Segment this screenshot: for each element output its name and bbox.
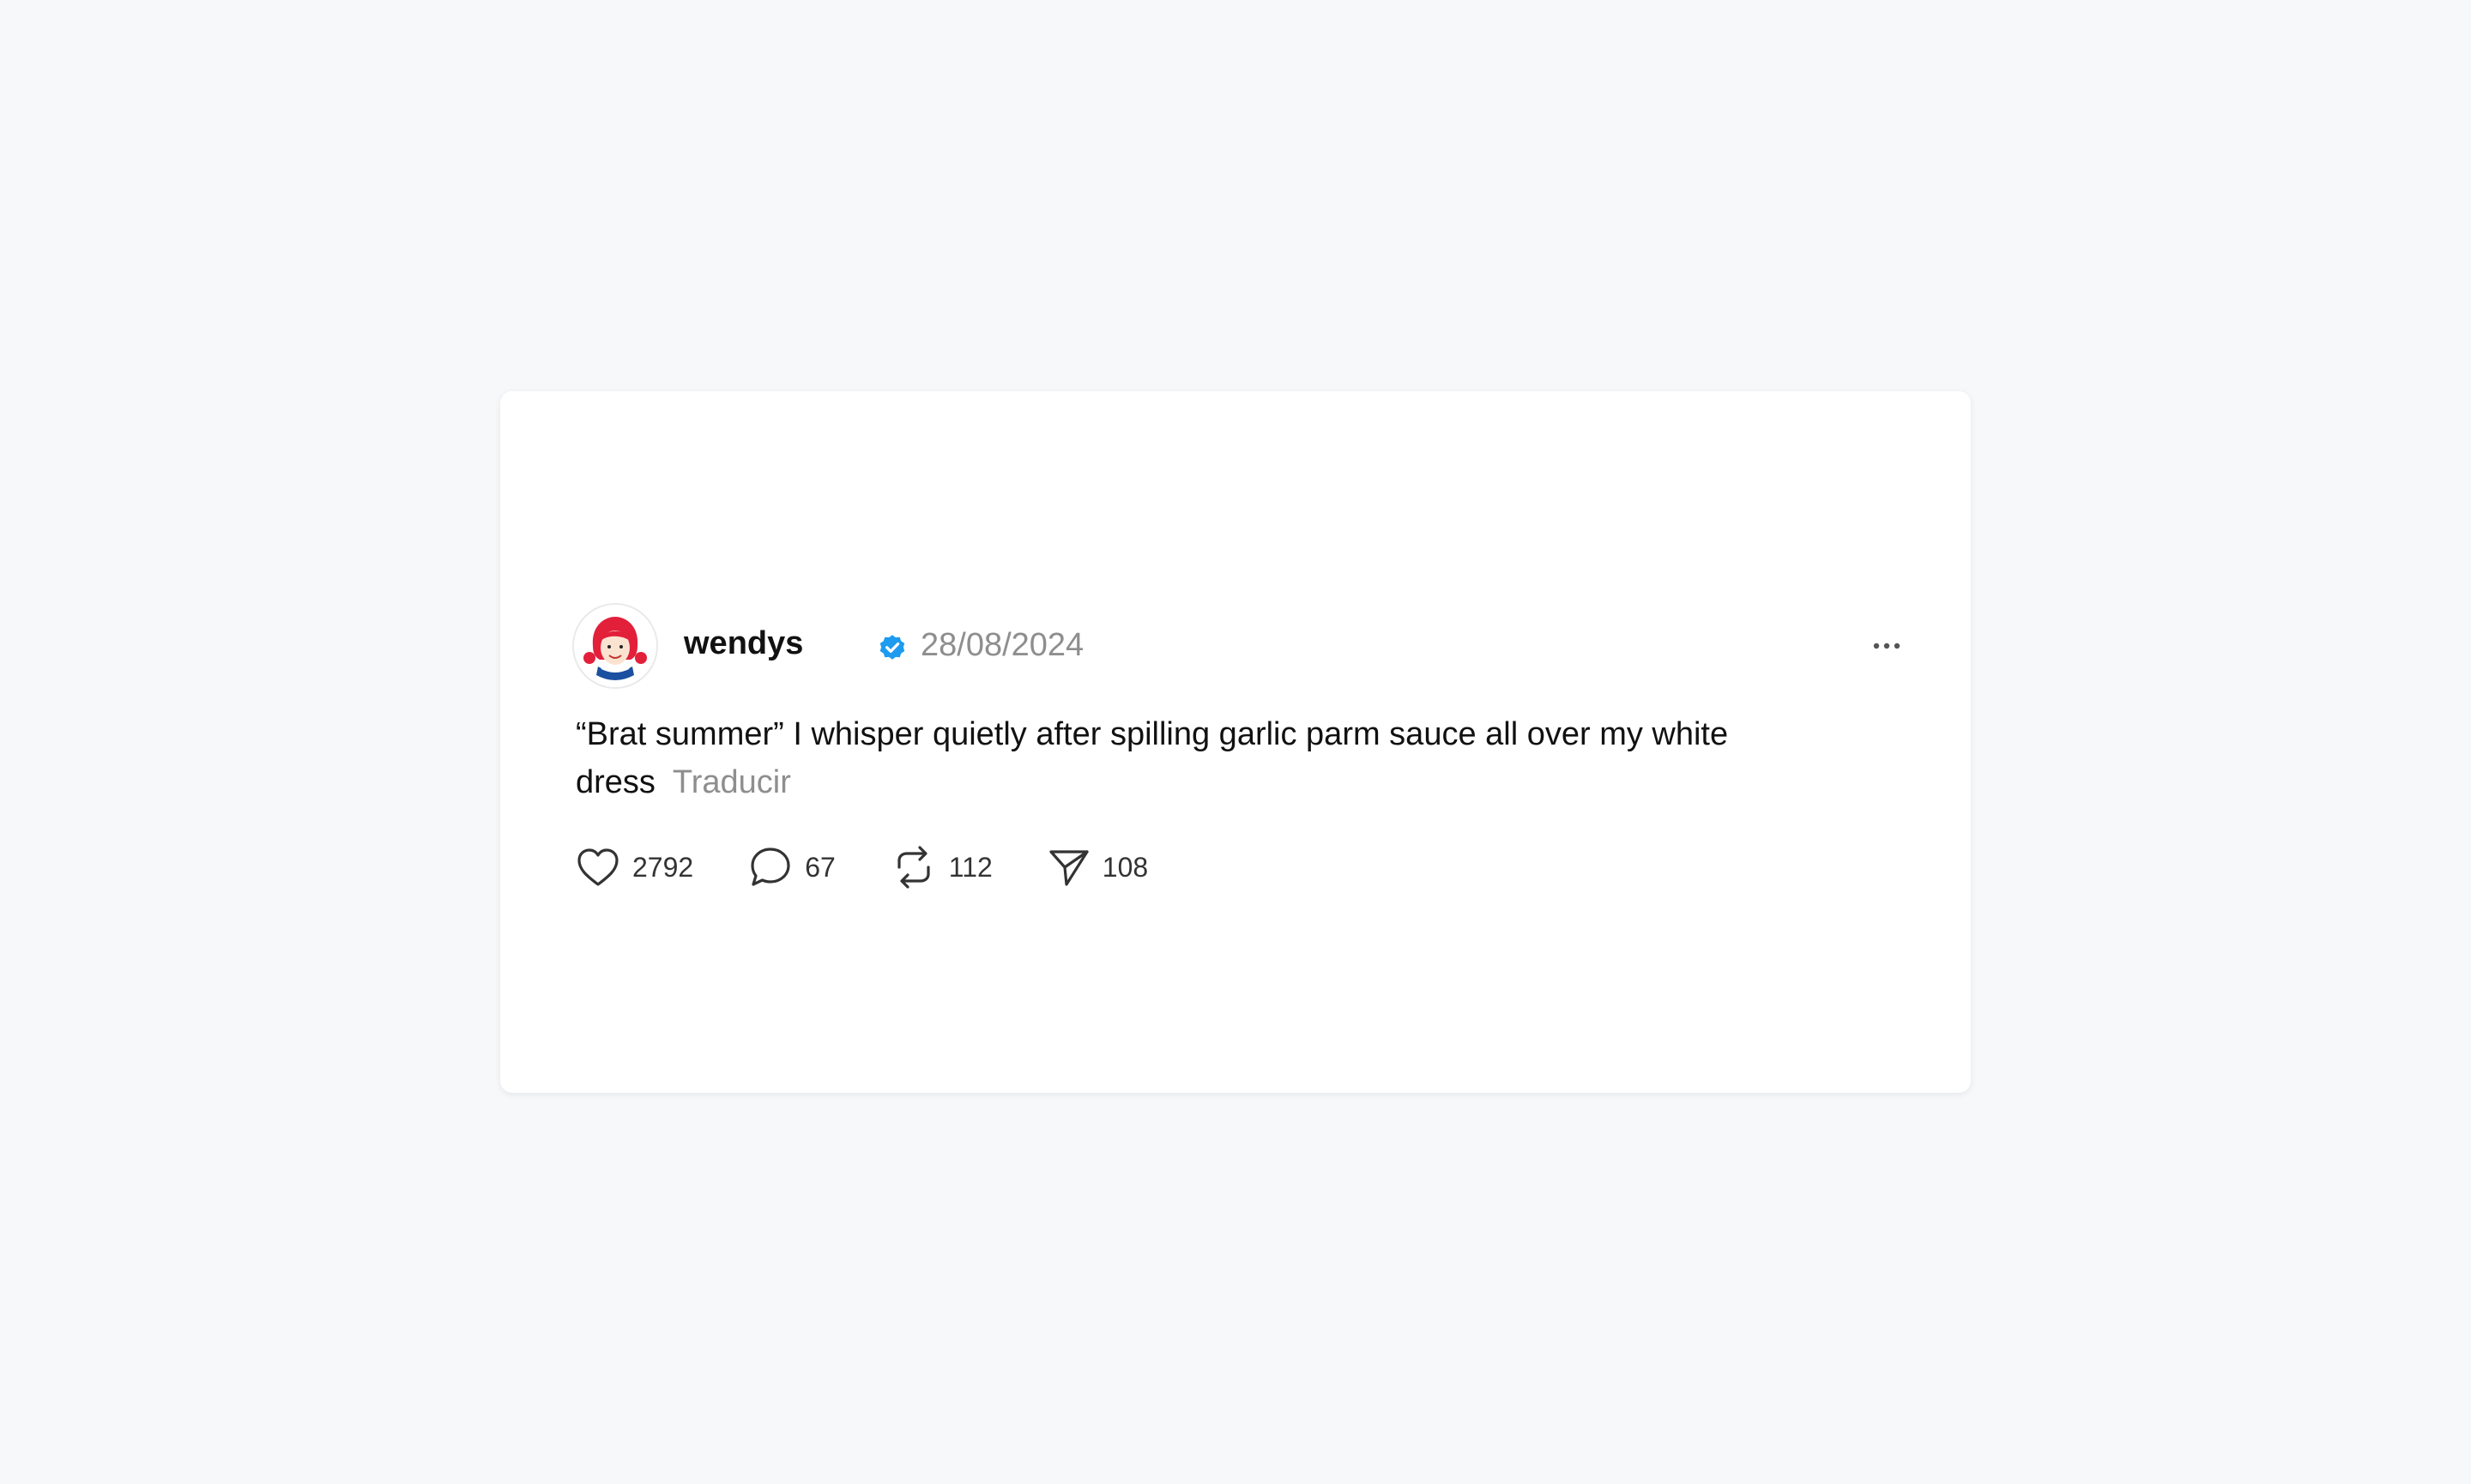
username[interactable]: wendys — [684, 624, 803, 663]
comment-count: 67 — [805, 851, 836, 883]
share-button[interactable]: 108 — [1048, 847, 1148, 888]
repost-button[interactable]: 112 — [891, 845, 993, 890]
comment-bubble-icon — [751, 848, 790, 886]
send-icon — [1049, 850, 1089, 886]
post-header: wendys 28/08/2024 — [574, 605, 1904, 687]
repost-icon — [897, 846, 930, 889]
share-count: 108 — [1102, 851, 1149, 883]
repost-count: 112 — [948, 851, 993, 883]
post-actions: 2792 67 112 108 — [576, 842, 1148, 893]
avatar[interactable] — [574, 605, 656, 687]
translate-link[interactable]: Traducir — [673, 764, 791, 800]
more-options-button[interactable] — [1865, 637, 1908, 655]
post-date: 28/08/2024 — [921, 627, 1084, 663]
post-text-container: “Brat summer” I whisper quietly after sp… — [576, 710, 1914, 806]
wendys-logo-avatar — [574, 605, 656, 687]
verified-badge-icon — [879, 635, 905, 660]
post-card: wendys 28/08/2024 “Brat summer” I whispe… — [500, 391, 1971, 1093]
heart-icon — [577, 848, 619, 886]
like-button[interactable]: 2792 — [576, 847, 693, 888]
comment-button[interactable]: 67 — [748, 846, 836, 889]
more-options-icon — [1873, 642, 1900, 649]
like-count: 2792 — [632, 851, 694, 883]
